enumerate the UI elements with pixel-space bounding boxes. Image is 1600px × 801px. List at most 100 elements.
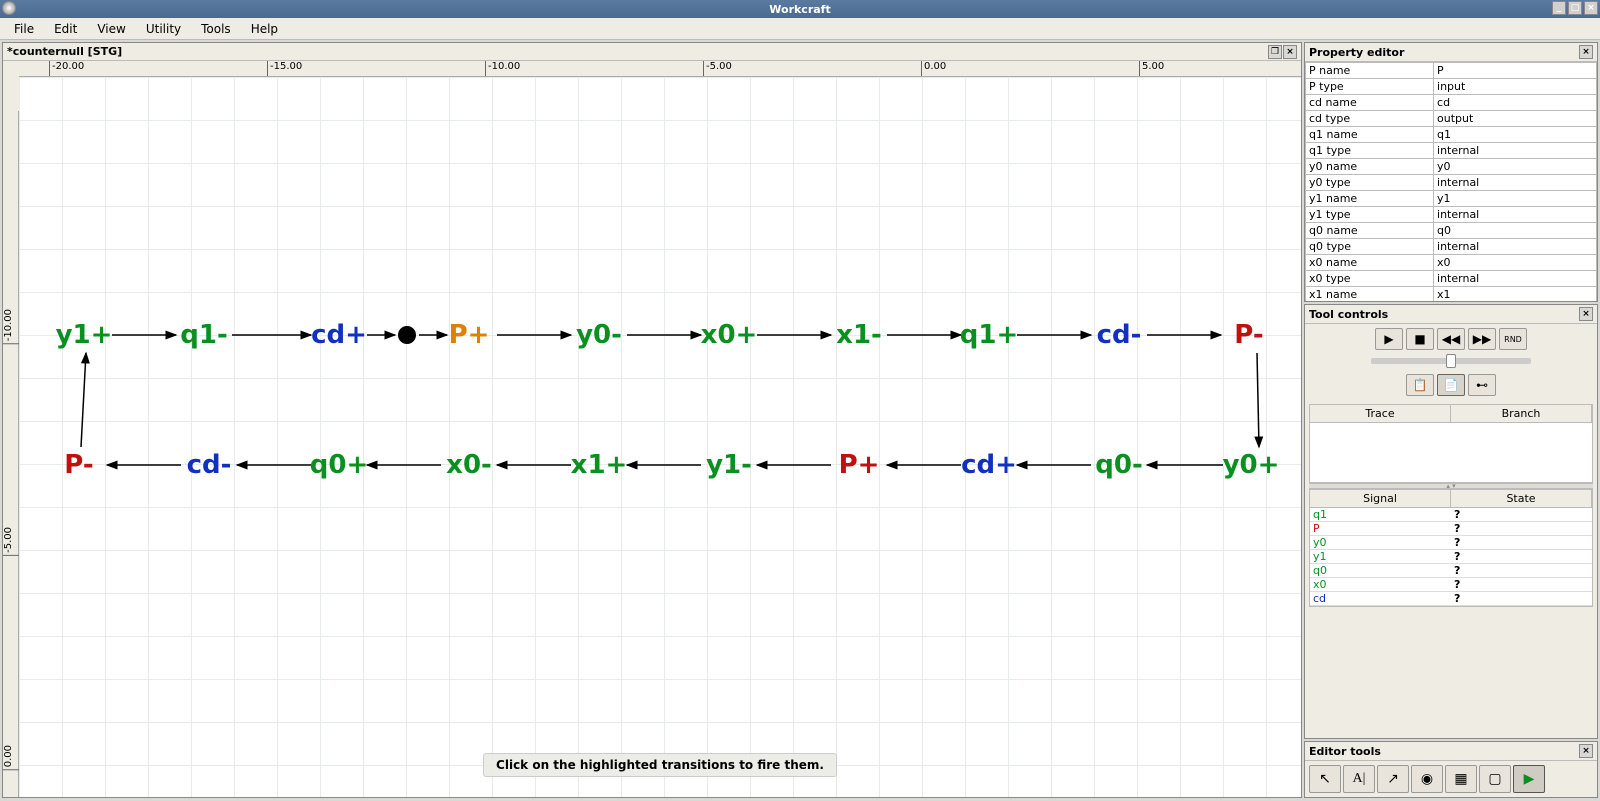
prop-value[interactable]: internal [1434, 239, 1597, 255]
prop-value[interactable]: q0 [1434, 223, 1597, 239]
app-icon [2, 1, 16, 15]
doc-maximize-button[interactable]: ❐ [1268, 45, 1282, 59]
transition-x1+[interactable]: x1+ [571, 450, 628, 480]
transition-cd+[interactable]: cd+ [961, 450, 1017, 480]
prop-key: q0 name [1306, 223, 1434, 239]
trace-tool-button[interactable]: ⊷ [1468, 374, 1496, 396]
signal-row[interactable]: x0? [1310, 578, 1592, 592]
window-titlebar: Workcraft _ □ × [0, 0, 1600, 18]
step-forward-button[interactable]: ▶▶ [1468, 328, 1496, 350]
document-tab[interactable]: *counternull [STG] ❐ × [3, 43, 1301, 61]
prop-key: P type [1306, 79, 1434, 95]
prop-value[interactable]: internal [1434, 207, 1597, 223]
transition-q0+[interactable]: q0+ [310, 450, 369, 480]
signal-row[interactable]: cd? [1310, 592, 1592, 606]
canvas[interactable]: Click on the highlighted transitions to … [19, 77, 1301, 797]
menu-tools[interactable]: Tools [191, 20, 241, 38]
transition-q0-[interactable]: q0- [1095, 450, 1143, 480]
prop-key: q0 type [1306, 239, 1434, 255]
signal-row[interactable]: y0? [1310, 536, 1592, 550]
signal-col-name: Signal [1310, 490, 1451, 507]
prop-key: q1 type [1306, 143, 1434, 159]
doc-close-button[interactable]: × [1283, 45, 1297, 59]
menu-file[interactable]: File [4, 20, 44, 38]
menu-edit[interactable]: Edit [44, 20, 87, 38]
prop-value[interactable]: internal [1434, 271, 1597, 287]
signal-row[interactable]: q0? [1310, 564, 1592, 578]
canvas-hint: Click on the highlighted transitions to … [483, 753, 837, 777]
random-button[interactable]: RND [1499, 328, 1527, 350]
copy-trace-button[interactable]: 📋 [1406, 374, 1434, 396]
panel-close-button[interactable]: × [1579, 744, 1593, 758]
trace-table-header: Trace Branch [1309, 404, 1593, 423]
menu-view[interactable]: View [87, 20, 135, 38]
prop-value[interactable]: internal [1434, 143, 1597, 159]
dummy-tool[interactable]: ▢ [1479, 765, 1511, 793]
property-editor-title: Property editor [1309, 46, 1404, 59]
prop-value[interactable]: P [1434, 63, 1597, 79]
transition-cd-[interactable]: cd- [187, 450, 232, 480]
connect-tool[interactable]: ↗ [1377, 765, 1409, 793]
transition-cd+[interactable]: cd+ [311, 320, 367, 350]
close-button[interactable]: × [1584, 1, 1598, 15]
trace-table-body[interactable] [1309, 423, 1593, 483]
property-editor-panel: Property editor × P namePP typeinputcd n… [1304, 42, 1598, 302]
prop-value[interactable]: output [1434, 111, 1597, 127]
menu-help[interactable]: Help [241, 20, 288, 38]
signal-row[interactable]: q1? [1310, 508, 1592, 522]
place-tool[interactable]: ◉ [1411, 765, 1443, 793]
text-tool[interactable]: A| [1343, 765, 1375, 793]
transition-x1-[interactable]: x1- [836, 320, 882, 350]
tool-controls-panel: Tool controls × ▶ ■ ◀◀ ▶▶ RND 📋 📄 ⊷ [1304, 304, 1598, 739]
prop-key: x1 name [1306, 287, 1434, 302]
token-place[interactable] [398, 326, 416, 344]
stop-button[interactable]: ■ [1406, 328, 1434, 350]
panel-close-button[interactable]: × [1579, 45, 1593, 59]
transition-cd-[interactable]: cd- [1097, 320, 1142, 350]
canvas-grid [19, 77, 1301, 797]
transition-q1+[interactable]: q1+ [960, 320, 1019, 350]
transition-q1-[interactable]: q1- [180, 320, 228, 350]
transition-x0+[interactable]: x0+ [701, 320, 758, 350]
speed-slider[interactable] [1371, 358, 1531, 364]
prop-value[interactable]: input [1434, 79, 1597, 95]
prop-value[interactable]: y0 [1434, 159, 1597, 175]
transition-y0-[interactable]: y0- [576, 320, 622, 350]
panel-close-button[interactable]: × [1579, 307, 1593, 321]
maximize-button[interactable]: □ [1568, 1, 1582, 15]
ruler-vertical: -10.00-5.000.00 [3, 111, 19, 797]
document-title: *counternull [STG] [7, 45, 122, 58]
prop-value[interactable]: y1 [1434, 191, 1597, 207]
prop-key: x0 type [1306, 271, 1434, 287]
paste-trace-button[interactable]: 📄 [1437, 374, 1465, 396]
transition-y1-[interactable]: y1- [706, 450, 752, 480]
prop-value[interactable]: internal [1434, 175, 1597, 191]
prop-key: cd name [1306, 95, 1434, 111]
signal-table-body[interactable]: q1?P?y0?y1?q0?x0?cd? [1309, 508, 1593, 607]
prop-value[interactable]: x0 [1434, 255, 1597, 271]
transition-P+[interactable]: P+ [449, 320, 490, 350]
transition-y1+[interactable]: y1+ [56, 320, 113, 350]
play-button[interactable]: ▶ [1375, 328, 1403, 350]
editor-area: *counternull [STG] ❐ × -20.00-15.00-10.0… [2, 42, 1302, 798]
prop-value[interactable]: x1 [1434, 287, 1597, 302]
property-table[interactable]: P namePP typeinputcd namecdcd typeoutput… [1305, 62, 1597, 301]
select-tool[interactable]: ↖ [1309, 765, 1341, 793]
transition-P-[interactable]: P- [1234, 320, 1263, 350]
signal-row[interactable]: P? [1310, 522, 1592, 536]
simulate-tool[interactable]: ▶ [1513, 765, 1545, 793]
signal-table-header: Signal State [1309, 489, 1593, 508]
prop-value[interactable]: cd [1434, 95, 1597, 111]
prop-key: y1 type [1306, 207, 1434, 223]
prop-value[interactable]: q1 [1434, 127, 1597, 143]
transition-tool[interactable]: ▦ [1445, 765, 1477, 793]
step-back-button[interactable]: ◀◀ [1437, 328, 1465, 350]
prop-key: P name [1306, 63, 1434, 79]
transition-P+[interactable]: P+ [839, 450, 880, 480]
transition-P-[interactable]: P- [64, 450, 93, 480]
transition-y0+[interactable]: y0+ [1223, 450, 1280, 480]
menu-utility[interactable]: Utility [136, 20, 191, 38]
transition-x0-[interactable]: x0- [446, 450, 492, 480]
minimize-button[interactable]: _ [1552, 1, 1566, 15]
signal-row[interactable]: y1? [1310, 550, 1592, 564]
